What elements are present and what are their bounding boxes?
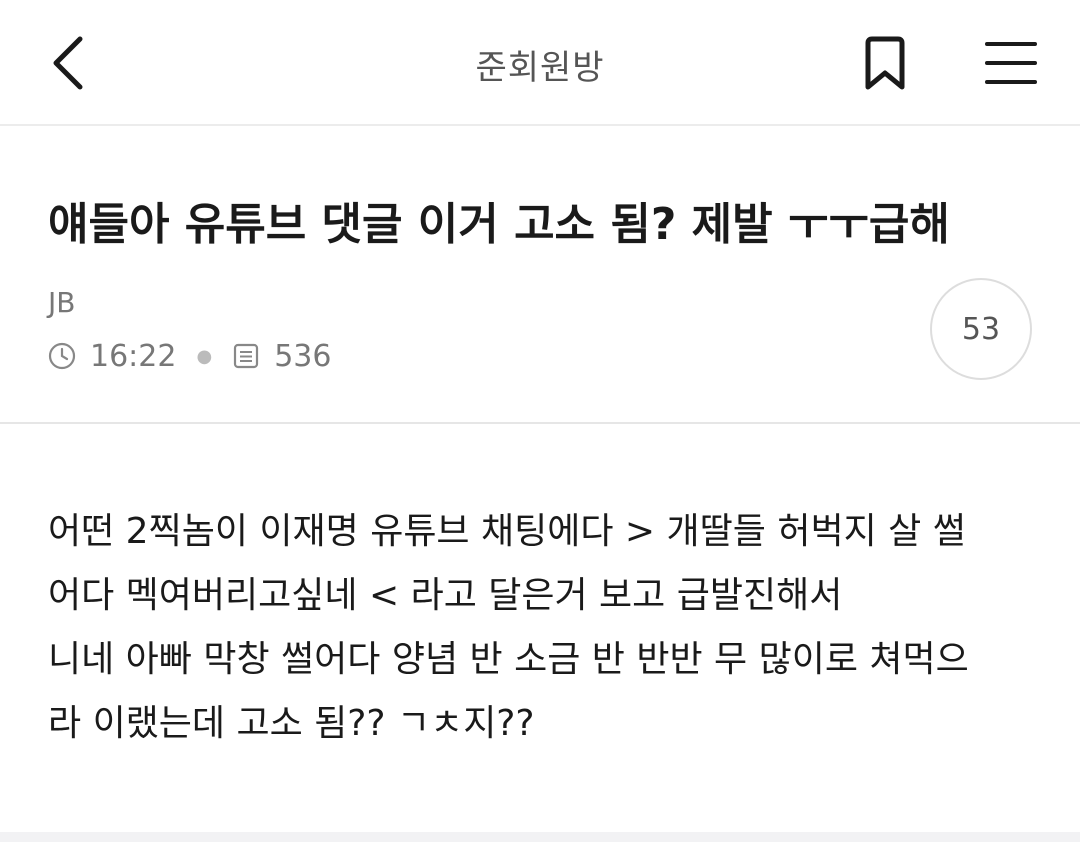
top-app-bar: 준회원방 [0,0,1080,126]
body-line: 라 이랬는데 고소 됨?? ㄱㅊ지?? [48,703,535,744]
meta-separator: ● [196,345,213,367]
hamburger-menu-icon [985,42,1037,84]
author-name[interactable]: JB [48,286,75,319]
board-title: 준회원방 [475,48,605,88]
comment-count: 53 [961,311,1001,347]
post-title: 얘들아 유튜브 댓글 이거 고소 됨? 제발 ㅜㅜ급해 [48,199,950,250]
body-line: 어다 멕여버리고싶네 < 라고 달은거 보고 급발진해서 [48,575,843,616]
post-header: 얘들아 유튜브 댓글 이거 고소 됨? 제발 ㅜㅜ급해 JB 16:22 ● 5… [0,128,1080,424]
body-line: 어떤 2찍놈이 이재명 유튜브 채팅에다 > 개딸들 허벅지 살 썰 [48,511,966,552]
views-icon [232,342,260,370]
section-divider [0,832,1080,842]
clock-icon [48,342,76,370]
bookmark-button[interactable] [852,30,918,96]
post-meta: 16:22 ● 536 [48,338,331,374]
view-count: 536 [274,338,332,374]
menu-button[interactable] [976,30,1046,96]
comment-count-button[interactable]: 53 [930,278,1032,380]
body-line: 니네 아빠 막창 썰어다 양념 반 소금 반 반반 무 많이로 쳐먹으 [48,639,969,680]
bookmark-icon [865,36,905,90]
post-time: 16:22 [90,338,177,374]
post-body: 어떤 2찍놈이 이재명 유튜브 채팅에다 > 개딸들 허벅지 살 썰 어다 멕여… [48,500,1038,756]
